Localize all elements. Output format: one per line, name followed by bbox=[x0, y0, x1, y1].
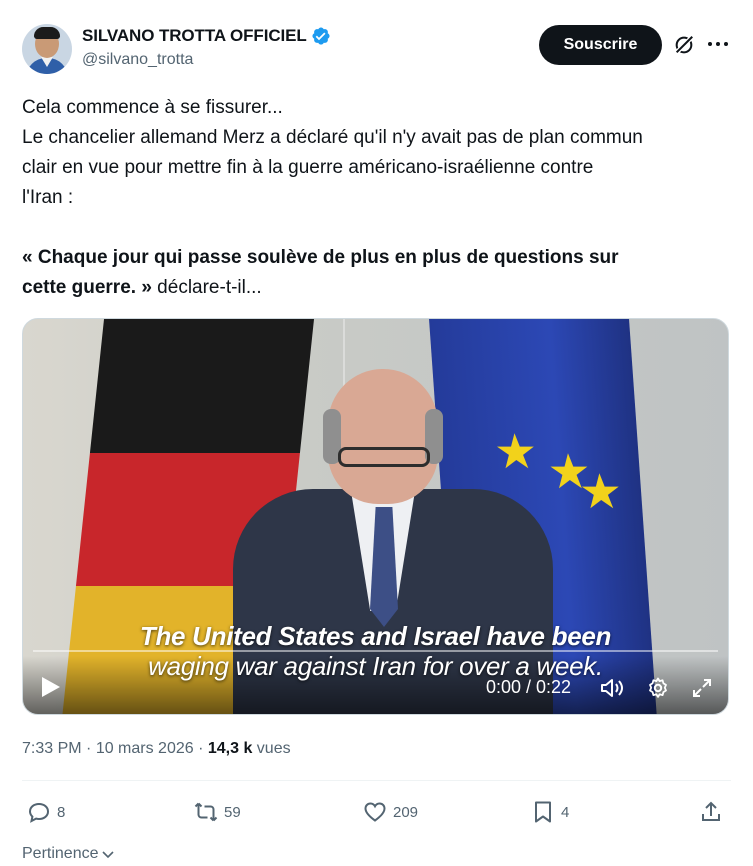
share-button[interactable] bbox=[699, 800, 723, 824]
reply-icon bbox=[28, 802, 50, 823]
tweet-page: SILVANO TROTTA OFFICIEL @silvano_trotta … bbox=[0, 0, 753, 866]
chevron-down-icon bbox=[101, 851, 114, 859]
bookmark-button[interactable]: 4 bbox=[531, 800, 569, 824]
heart-icon bbox=[364, 802, 386, 822]
tweet-text-line: l'Iran : bbox=[22, 187, 74, 208]
share-icon bbox=[702, 801, 720, 821]
video-player[interactable]: ★ ★ ★ The United States and Israel have … bbox=[22, 318, 729, 715]
author-avatar[interactable] bbox=[22, 24, 72, 74]
tweet-quote-line: « Chaque jour qui passe soulève de plus … bbox=[22, 243, 722, 273]
fullscreen-expand-icon[interactable] bbox=[690, 676, 714, 700]
views-label: vues bbox=[252, 740, 291, 757]
tweet-text-line: Le chancelier allemand Merz a déclaré qu… bbox=[22, 127, 643, 148]
author-handle[interactable]: @silvano_trotta bbox=[82, 51, 331, 69]
subscribe-button[interactable]: Souscrire bbox=[539, 25, 662, 65]
video-progress-bar[interactable] bbox=[33, 650, 718, 652]
author-info: SILVANO TROTTA OFFICIEL @silvano_trotta bbox=[82, 26, 331, 69]
volume-muted-icon[interactable] bbox=[599, 676, 625, 700]
tweet-meta: 7:33 PM · 10 mars 2026 · 14,3 k vues bbox=[22, 740, 291, 758]
video-time: 0:00 / 0:22 bbox=[486, 677, 572, 697]
grok-icon[interactable] bbox=[673, 34, 695, 56]
quote-bold-2: cette guerre. » bbox=[22, 277, 152, 298]
tweet-text-line: Cela commence à se fissurer... bbox=[22, 97, 283, 118]
verified-badge-icon bbox=[312, 27, 330, 45]
repost-icon bbox=[194, 802, 218, 822]
quote-tail: déclare-t-il... bbox=[151, 277, 262, 298]
sort-label: Pertinence bbox=[22, 845, 99, 862]
sort-dropdown[interactable]: Pertinence bbox=[22, 845, 115, 863]
repost-count: 59 bbox=[224, 803, 241, 821]
meta-separator: · bbox=[193, 740, 208, 757]
tweet-text: Cela commence à se fissurer... Le chance… bbox=[22, 93, 722, 303]
tweet-header: SILVANO TROTTA OFFICIEL @silvano_trotta … bbox=[22, 24, 733, 76]
play-icon[interactable] bbox=[42, 677, 60, 697]
meta-separator: · bbox=[81, 740, 96, 757]
tweet-text-line: clair en vue pour mettre fin à la guerre… bbox=[22, 157, 594, 178]
bookmark-icon bbox=[535, 801, 551, 823]
settings-gear-icon[interactable] bbox=[646, 676, 670, 700]
reply-count: 8 bbox=[57, 803, 66, 821]
post-date[interactable]: 10 mars 2026 bbox=[96, 740, 194, 757]
bookmark-count: 4 bbox=[561, 803, 570, 821]
more-options-icon[interactable] bbox=[708, 42, 730, 48]
divider bbox=[22, 780, 731, 781]
caption-line-1: The United States and Israel have been bbox=[139, 621, 612, 651]
author-display-name[interactable]: SILVANO TROTTA OFFICIEL bbox=[82, 26, 307, 46]
views-count: 14,3 k bbox=[207, 740, 253, 757]
reply-button[interactable]: 8 bbox=[27, 800, 65, 824]
action-bar: 8 59 209 4 bbox=[22, 800, 731, 830]
quote-bold-1: « Chaque jour qui passe soulève de plus … bbox=[22, 247, 619, 268]
like-button[interactable]: 209 bbox=[363, 800, 418, 824]
like-count: 209 bbox=[393, 803, 419, 821]
tweet-quote-line: cette guerre. » déclare-t-il... bbox=[22, 273, 722, 303]
post-time[interactable]: 7:33 PM bbox=[22, 740, 82, 757]
repost-button[interactable]: 59 bbox=[194, 800, 241, 824]
